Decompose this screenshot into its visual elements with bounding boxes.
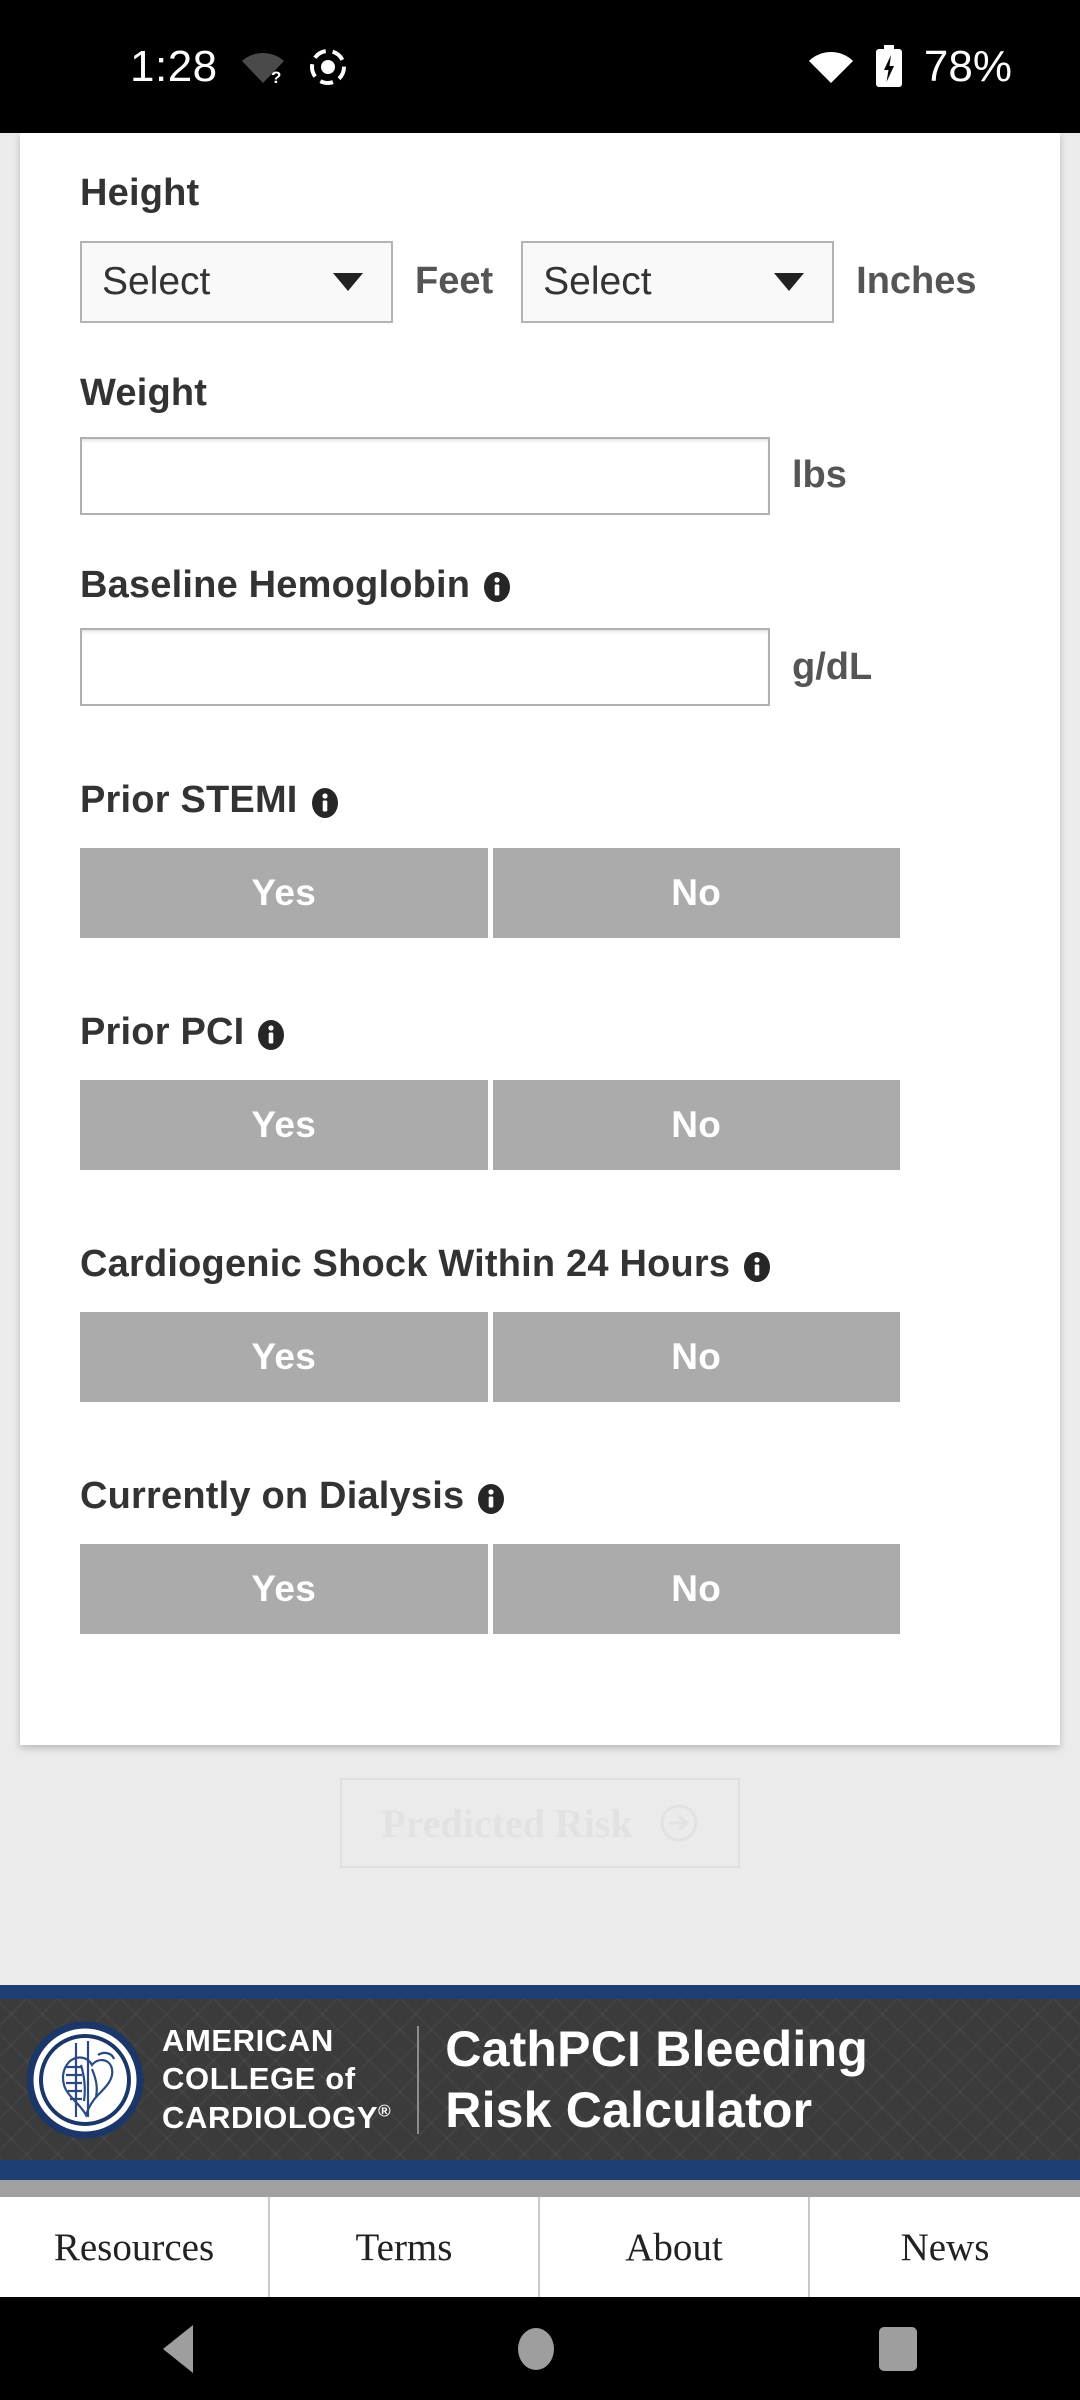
phone-screen: 1:28 ? 78% Height Select Feet Select Inc… bbox=[0, 0, 1080, 2400]
weight-unit: lbs bbox=[792, 454, 847, 497]
battery-percent-label: 78% bbox=[923, 41, 1012, 91]
status-bar: 1:28 ? 78% bbox=[0, 0, 1080, 133]
predicted-risk-button[interactable]: Predicted Risk bbox=[340, 1778, 740, 1868]
status-bar-left: 1:28 ? bbox=[130, 42, 348, 92]
android-navigation-bar bbox=[0, 2297, 1080, 2400]
app-title-line-1: CathPCI Bleeding bbox=[445, 2020, 868, 2077]
tab-about[interactable]: About bbox=[540, 2197, 810, 2297]
dialysis-toggle: Yes No bbox=[80, 1543, 900, 1634]
tab-terms[interactable]: Terms bbox=[270, 2197, 540, 2297]
cardiogenic-shock-label: Cardiogenic Shock Within 24 Hours bbox=[80, 1243, 1000, 1286]
back-triangle-icon[interactable] bbox=[162, 2324, 193, 2373]
bottom-tab-bar: Resources Terms About News bbox=[0, 2197, 1080, 2297]
prior-pci-toggle: Yes No bbox=[80, 1079, 900, 1170]
info-icon[interactable] bbox=[742, 1250, 772, 1282]
cardiogenic-shock-no-button[interactable]: No bbox=[492, 1311, 900, 1402]
prior-stemi-yes-button[interactable]: Yes bbox=[80, 848, 488, 939]
height-field-group: Height Select Feet Select Inches bbox=[80, 172, 1000, 323]
cardiogenic-shock-yes-button[interactable]: Yes bbox=[80, 1311, 488, 1402]
app-title: CathPCI Bleeding Risk Calculator bbox=[445, 2019, 868, 2141]
brand-divider bbox=[417, 2025, 420, 2134]
info-icon[interactable] bbox=[476, 1482, 506, 1514]
wifi-question-icon: ? bbox=[240, 47, 286, 87]
acc-org-line-1: AMERICAN bbox=[162, 2022, 334, 2058]
cardiogenic-shock-group: Cardiogenic Shock Within 24 Hours Yes No bbox=[80, 1243, 1000, 1402]
dialysis-no-button[interactable]: No bbox=[492, 1543, 900, 1634]
height-feet-select[interactable]: Select bbox=[80, 240, 393, 323]
height-feet-unit: Feet bbox=[415, 260, 494, 303]
registered-mark: ® bbox=[378, 2101, 392, 2121]
height-inputs-row: Select Feet Select Inches bbox=[80, 240, 1000, 323]
brand-grey-bar bbox=[0, 2180, 1080, 2197]
prior-pci-group: Prior PCI Yes No bbox=[80, 1011, 1000, 1170]
height-inches-unit: Inches bbox=[856, 260, 977, 303]
acc-heart-logo-icon bbox=[26, 2021, 144, 2139]
svg-text:?: ? bbox=[271, 68, 281, 87]
acc-org-line-3: CARDIOLOGY® bbox=[162, 2099, 392, 2135]
hemoglobin-input-row: g/dL bbox=[80, 628, 1000, 707]
info-icon[interactable] bbox=[482, 570, 512, 603]
brand-accent-bar-bottom bbox=[0, 2160, 1080, 2180]
status-bar-right: 78% bbox=[808, 42, 1012, 92]
prior-stemi-no-button[interactable]: No bbox=[492, 848, 900, 939]
dialysis-group: Currently on Dialysis Yes No bbox=[80, 1475, 1000, 1634]
prior-stemi-group: Prior STEMI Yes No bbox=[80, 780, 1000, 939]
predicted-risk-wrapper: Predicted Risk bbox=[0, 1778, 1080, 1868]
dialysis-yes-button[interactable]: Yes bbox=[80, 1543, 488, 1634]
acc-org-line-2: COLLEGE of bbox=[162, 2061, 356, 2097]
tab-news[interactable]: News bbox=[810, 2197, 1080, 2297]
battery-charging-icon bbox=[874, 44, 904, 89]
weight-field-group: Weight lbs bbox=[80, 371, 1000, 515]
form-card: Height Select Feet Select Inches Weight … bbox=[20, 133, 1060, 1745]
hemoglobin-unit: g/dL bbox=[792, 645, 873, 688]
height-label: Height bbox=[80, 172, 200, 214]
status-bar-clock: 1:28 bbox=[130, 41, 218, 91]
brand-footer: AMERICAN COLLEGE of CARDIOLOGY® CathPCI … bbox=[0, 1999, 1080, 2160]
predicted-risk-label: Predicted Risk bbox=[381, 1800, 633, 1846]
info-icon[interactable] bbox=[256, 1018, 286, 1051]
dialysis-label: Currently on Dialysis bbox=[80, 1475, 1000, 1518]
prior-stemi-toggle: Yes No bbox=[80, 848, 900, 939]
cardiogenic-shock-toggle: Yes No bbox=[80, 1311, 900, 1402]
prior-stemi-label: Prior STEMI bbox=[80, 780, 1000, 822]
prior-pci-label: Prior PCI bbox=[80, 1011, 1000, 1054]
chevron-down-icon bbox=[333, 272, 363, 291]
app-title-line-2: Risk Calculator bbox=[445, 2081, 813, 2138]
tab-resources[interactable]: Resources bbox=[0, 2197, 270, 2297]
screen-record-icon bbox=[308, 47, 348, 87]
arrow-right-circle-icon bbox=[659, 1803, 699, 1843]
home-circle-icon[interactable] bbox=[517, 2327, 554, 2370]
wifi-full-icon bbox=[808, 48, 854, 86]
brand-accent-bar-top bbox=[0, 1985, 1080, 1999]
height-inches-select[interactable]: Select bbox=[521, 240, 835, 323]
hemoglobin-label: Baseline Hemoglobin bbox=[80, 564, 1000, 607]
chevron-down-icon bbox=[774, 272, 805, 291]
prior-pci-no-button[interactable]: No bbox=[492, 1079, 900, 1170]
recents-square-icon[interactable] bbox=[879, 2326, 918, 2371]
acc-org-name: AMERICAN COLLEGE of CARDIOLOGY® bbox=[162, 2022, 391, 2137]
weight-label: Weight bbox=[80, 371, 208, 414]
weight-input[interactable] bbox=[80, 436, 770, 515]
hemoglobin-field-group: Baseline Hemoglobin g/dL bbox=[80, 564, 1000, 707]
hemoglobin-input[interactable] bbox=[80, 628, 770, 707]
weight-input-row: lbs bbox=[80, 436, 1000, 515]
prior-pci-yes-button[interactable]: Yes bbox=[80, 1079, 488, 1170]
info-icon[interactable] bbox=[310, 786, 340, 819]
